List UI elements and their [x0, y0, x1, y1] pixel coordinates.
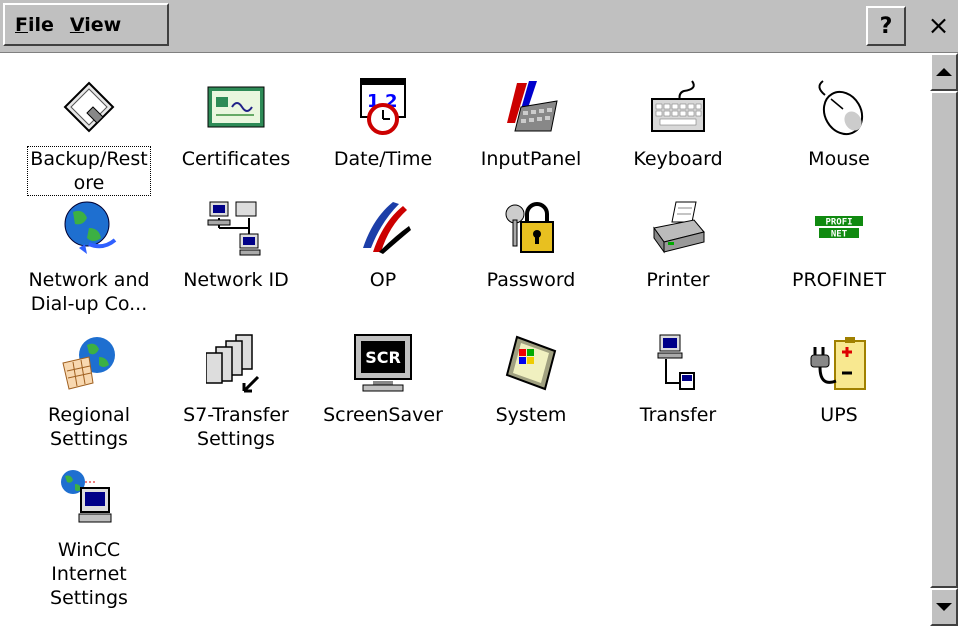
arrow-down-icon [936, 603, 952, 611]
battery-plug-icon [810, 337, 866, 390]
globe-computer-icon [61, 470, 112, 523]
item-label: Backup/Rest ore [27, 146, 151, 196]
menu-file-label: ile [27, 13, 54, 36]
menu-file-mnemonic: F [15, 13, 28, 36]
profinet-icon: PROFI NET [815, 216, 863, 240]
system-pda-icon [505, 335, 557, 391]
padlock-keys-icon [505, 202, 554, 253]
scroll-down-button[interactable] [930, 588, 958, 626]
item-s7-transfer-settings[interactable]: S7-Transfer Settings [163, 333, 309, 451]
menu-view-mnemonic: V [69, 13, 85, 36]
network-computers-icon [207, 201, 261, 256]
item-label: Date/Time [333, 148, 433, 170]
item-label: ScreenSaver [323, 404, 443, 426]
item-date-time[interactable]: 1 2 Date/Time [310, 77, 456, 171]
item-backup-restore[interactable]: Backup/Rest ore [16, 77, 162, 196]
calendar-clock-icon: 1 2 [360, 78, 406, 135]
printer-icon [653, 201, 705, 254]
screensaver-text: SCR [365, 348, 401, 367]
scroll-thumb[interactable] [930, 91, 958, 588]
item-system[interactable]: System [458, 333, 604, 427]
op-swoosh-icon [363, 202, 411, 254]
menu-view-label: iew [84, 13, 122, 36]
item-keyboard[interactable]: Keyboard [605, 77, 751, 171]
item-certificates[interactable]: Certificates [163, 77, 309, 171]
item-label: WinCC Internet Settings [50, 539, 128, 609]
item-label: PROFINET [792, 269, 886, 291]
item-ups[interactable]: UPS [766, 333, 912, 427]
item-label: Transfer [639, 404, 717, 426]
control-panel-grid: Backup/Rest ore Certificates 1 2 Date/Ti… [0, 53, 930, 626]
item-mouse[interactable]: Mouse [766, 77, 912, 171]
item-network-id[interactable]: Network ID [163, 198, 309, 292]
menu-view[interactable]: View [60, 14, 127, 36]
menu-file[interactable]: File [5, 14, 60, 36]
input-panel-icon [507, 81, 558, 132]
screensaver-monitor-icon: SCR [354, 334, 412, 392]
item-op[interactable]: OP [310, 198, 456, 292]
item-regional-settings[interactable]: Regional Settings [16, 333, 162, 451]
item-label: Network ID [183, 269, 289, 291]
item-label: S7-Transfer Settings [183, 404, 289, 450]
item-password[interactable]: Password [458, 198, 604, 292]
item-label: UPS [820, 404, 858, 426]
item-label: Regional Settings [48, 404, 130, 450]
item-label: InputPanel [480, 148, 582, 170]
keyboard-icon [651, 80, 705, 132]
vertical-scrollbar[interactable] [930, 53, 958, 626]
menu-toolbar: File View ? × [0, 0, 958, 53]
item-label: Password [486, 269, 576, 291]
item-label: OP [369, 269, 397, 291]
item-inputpanel[interactable]: InputPanel [458, 77, 604, 171]
help-button[interactable]: ? [866, 6, 906, 46]
item-label: Keyboard [633, 148, 723, 170]
scroll-up-button[interactable] [930, 53, 958, 91]
certificate-icon [207, 86, 265, 128]
item-screensaver[interactable]: SCR ScreenSaver [310, 333, 456, 427]
item-wincc-internet-settings[interactable]: WinCC Internet Settings [16, 468, 162, 610]
item-label: Mouse [808, 148, 870, 170]
menu-bar: File View [3, 3, 169, 46]
item-profinet[interactable]: PROFI NET PROFINET [766, 198, 912, 292]
item-label: Certificates [181, 148, 291, 170]
floppy-disk-icon [63, 81, 115, 133]
item-network-dialup[interactable]: Network and Dial-up Co... [16, 198, 162, 316]
s7-transfer-icon [206, 334, 260, 393]
profinet-text-top: PROFI [825, 218, 852, 228]
item-label: System [495, 404, 567, 426]
item-printer[interactable]: Printer [605, 198, 751, 292]
globe-network-icon [64, 201, 117, 254]
profinet-text-bottom: NET [831, 230, 848, 240]
mouse-icon [818, 80, 864, 136]
close-button[interactable]: × [919, 6, 958, 46]
globe-calendar-icon [62, 337, 115, 390]
item-label: Network and Dial-up Co... [28, 269, 150, 315]
transfer-computer-icon [657, 334, 695, 390]
item-transfer[interactable]: Transfer [605, 333, 751, 427]
item-label: Printer [646, 269, 710, 291]
arrow-up-icon [936, 68, 952, 76]
